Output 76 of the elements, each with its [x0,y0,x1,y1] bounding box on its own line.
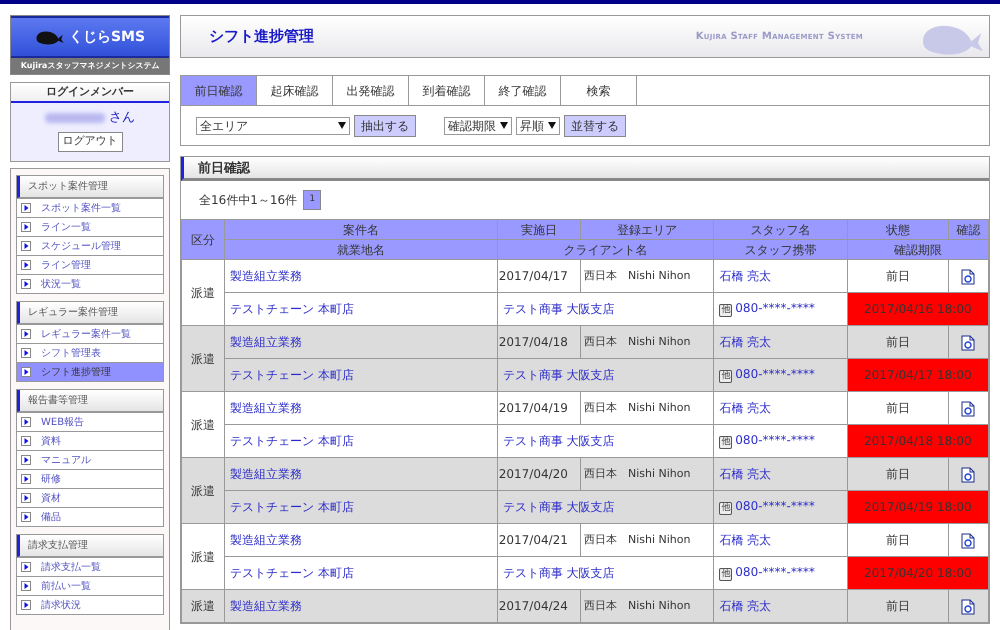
page-title: シフト進捗管理 [209,26,314,48]
tagline: Kujira Staff Management System [696,30,863,44]
logout-button[interactable]: ログアウト [58,132,122,152]
column-header: 確認 [948,220,988,240]
menu-item[interactable]: 請求状況 [17,595,163,614]
deadline-cell: 2017/04/16 18:00 [847,292,988,326]
result-count: 全16件中1～16件 [199,192,298,209]
deadline-cell: 2017/04/19 18:00 [847,490,988,524]
menu-item[interactable]: スポット案件一覧 [17,198,163,217]
document-icon[interactable] [961,334,976,351]
deadline-cell: 2017/04/17 18:00 [847,358,988,392]
menu-item[interactable]: 資料 [17,431,163,450]
column-header: 実施日 [497,220,580,240]
column-header: 状態 [847,220,948,240]
menu-heading: レギュラー案件管理 [17,302,163,324]
phone-link[interactable]: 080-****-**** [735,566,815,578]
table-cell: 西日本 Nishi Nihon [580,590,714,622]
logo[interactable]: くじらSMS Kujiraスタッフマネジメントシステム [10,15,170,75]
caret-icon [338,122,346,129]
caret-icon [500,122,508,129]
logo-title: くじらSMS [68,28,146,46]
tag: 他 [719,370,732,382]
menu-item[interactable]: 請求支払一覧 [17,557,163,576]
tag: 他 [719,502,732,514]
menu-item[interactable]: ライン一覧 [17,217,163,236]
menu-item[interactable]: マニュアル [17,450,163,469]
menu-item[interactable]: シフト進捗管理 [17,362,163,381]
menu-item[interactable]: WEB報告 [17,412,163,431]
tab[interactable]: 前日確認 [181,76,257,105]
login-heading: ログインメンバー [11,83,169,103]
phone-link[interactable]: 080-****-**** [735,434,815,446]
menu-item[interactable]: レギュラー案件一覧 [17,324,163,343]
menu-item[interactable]: 状況一覧 [17,274,163,293]
menu-item[interactable]: ライン管理 [17,255,163,274]
table-cell: 前日 [847,590,948,622]
column-header: スタッフ名 [714,220,848,240]
deadline-cell: 2017/04/18 18:00 [847,424,988,458]
caret-icon [548,122,556,129]
honorific: さん [109,109,135,127]
phone-link[interactable]: 080-****-**** [735,302,815,314]
phone-link[interactable]: 080-****-**** [735,368,815,380]
column-header: 登録エリア [580,220,714,240]
sort-button[interactable]: 並替する [564,114,626,136]
document-icon[interactable] [961,268,976,285]
document-icon[interactable] [961,598,976,615]
menu-heading: 請求支払管理 [17,535,163,557]
staff-link[interactable]: 石橋 亮太 [714,590,848,622]
tag: 他 [719,436,732,448]
deadline-cell: 2017/04/20 18:00 [847,556,988,590]
job-link[interactable]: 製造組立業務 [224,590,498,622]
menu-item[interactable]: スケジュール管理 [17,236,163,255]
area-select[interactable]: 全エリア [196,116,350,134]
table-cell: 派遣 [182,590,225,622]
sort-order-select[interactable]: 昇順 [516,116,560,134]
document-icon[interactable] [961,400,976,417]
page-button[interactable]: 1 [303,190,322,210]
column-header: 案件名 [224,220,498,240]
document-icon[interactable] [961,466,976,483]
menu-heading: 報告書等管理 [17,390,163,412]
menu-item[interactable]: 研修 [17,469,163,488]
menu-item[interactable]: 前払い一覧 [17,576,163,595]
menu-item[interactable]: 備品 [17,507,163,526]
table-cell: 2017/04/24 [497,590,580,622]
tag: 他 [719,568,732,580]
menu-item[interactable]: シフト管理表 [17,343,163,362]
tag: 他 [719,304,732,316]
section-title: 前日確認 [181,157,989,181]
column-header: 区分 [182,220,225,260]
sort-key-select[interactable]: 確認期限 [444,116,512,134]
menu-item[interactable]: 資材 [17,488,163,507]
menu-heading: スポット案件管理 [17,176,163,198]
document-icon[interactable] [961,532,976,549]
phone-link[interactable]: 080-****-**** [735,500,815,512]
blurred-name [45,112,105,123]
extract-button[interactable]: 抽出する [354,114,416,136]
logo-subtitle: Kujiraスタッフマネジメントシステム [11,58,169,74]
